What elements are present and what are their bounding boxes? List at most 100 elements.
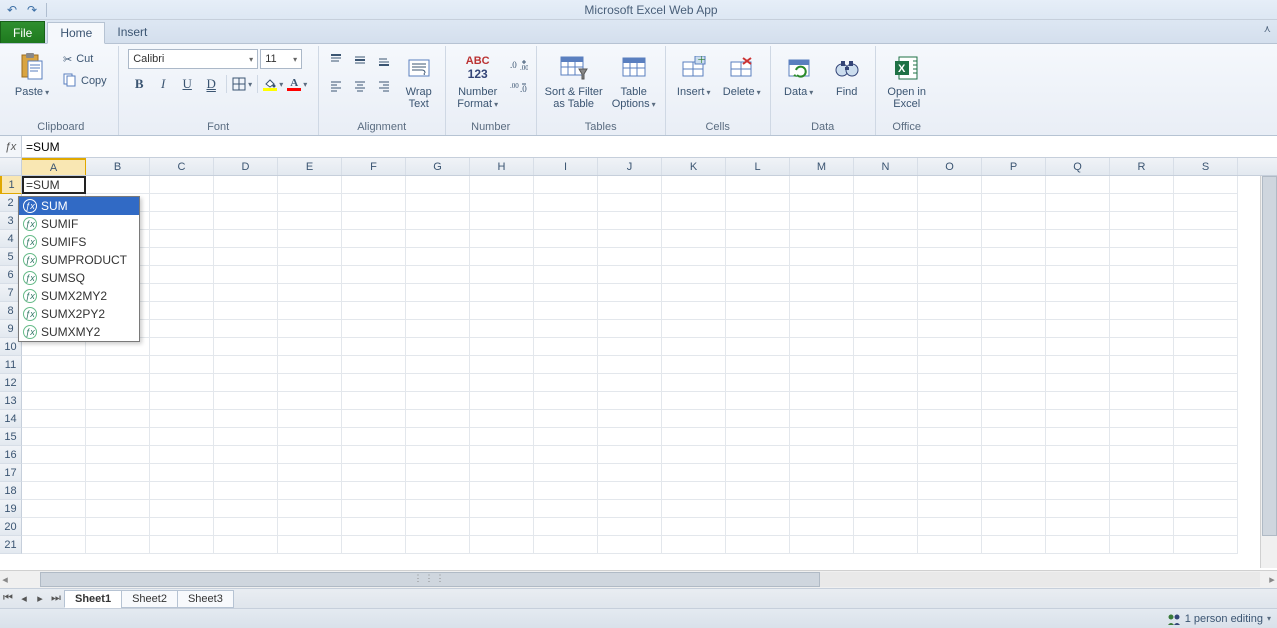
cell-G5[interactable] bbox=[406, 248, 470, 266]
cell-H16[interactable] bbox=[470, 446, 534, 464]
cell-H17[interactable] bbox=[470, 464, 534, 482]
paste-button[interactable]: Paste bbox=[10, 49, 54, 119]
cell-L4[interactable] bbox=[726, 230, 790, 248]
cell-N13[interactable] bbox=[854, 392, 918, 410]
cell-I18[interactable] bbox=[534, 482, 598, 500]
cell-Q6[interactable] bbox=[1046, 266, 1110, 284]
cell-I17[interactable] bbox=[534, 464, 598, 482]
sheet-nav-prev[interactable]: ◂ bbox=[16, 591, 32, 607]
cell-M11[interactable] bbox=[790, 356, 854, 374]
cell-F6[interactable] bbox=[342, 266, 406, 284]
cell-E8[interactable] bbox=[278, 302, 342, 320]
cell-M4[interactable] bbox=[790, 230, 854, 248]
cell-G1[interactable] bbox=[406, 176, 470, 194]
autocomplete-item-sumsq[interactable]: ƒxSUMSQ bbox=[19, 269, 139, 287]
cell-C18[interactable] bbox=[150, 482, 214, 500]
cell-D8[interactable] bbox=[214, 302, 278, 320]
cell-P1[interactable] bbox=[982, 176, 1046, 194]
cell-S14[interactable] bbox=[1174, 410, 1238, 428]
wrap-text-button[interactable]: Wrap Text bbox=[399, 49, 439, 119]
cell-M8[interactable] bbox=[790, 302, 854, 320]
cell-L3[interactable] bbox=[726, 212, 790, 230]
cell-G4[interactable] bbox=[406, 230, 470, 248]
row-header-18[interactable]: 18 bbox=[0, 482, 22, 500]
cell-F10[interactable] bbox=[342, 338, 406, 356]
column-header-J[interactable]: J bbox=[598, 158, 662, 175]
cell-M9[interactable] bbox=[790, 320, 854, 338]
cell-M16[interactable] bbox=[790, 446, 854, 464]
row-header-13[interactable]: 13 bbox=[0, 392, 22, 410]
cell-D18[interactable] bbox=[214, 482, 278, 500]
cell-E21[interactable] bbox=[278, 536, 342, 554]
cell-R17[interactable] bbox=[1110, 464, 1174, 482]
cell-G13[interactable] bbox=[406, 392, 470, 410]
sheet-tab-sheet3[interactable]: Sheet3 bbox=[177, 590, 234, 608]
cell-K16[interactable] bbox=[662, 446, 726, 464]
cell-Q18[interactable] bbox=[1046, 482, 1110, 500]
cell-K2[interactable] bbox=[662, 194, 726, 212]
cell-C20[interactable] bbox=[150, 518, 214, 536]
cell-O17[interactable] bbox=[918, 464, 982, 482]
cell-F16[interactable] bbox=[342, 446, 406, 464]
row-header-20[interactable]: 20 bbox=[0, 518, 22, 536]
cell-L2[interactable] bbox=[726, 194, 790, 212]
cell-R1[interactable] bbox=[1110, 176, 1174, 194]
cell-H13[interactable] bbox=[470, 392, 534, 410]
cell-Q11[interactable] bbox=[1046, 356, 1110, 374]
cell-G9[interactable] bbox=[406, 320, 470, 338]
cell-K8[interactable] bbox=[662, 302, 726, 320]
cell-J12[interactable] bbox=[598, 374, 662, 392]
cell-O20[interactable] bbox=[918, 518, 982, 536]
cell-P15[interactable] bbox=[982, 428, 1046, 446]
cell-L19[interactable] bbox=[726, 500, 790, 518]
cell-K7[interactable] bbox=[662, 284, 726, 302]
cell-H19[interactable] bbox=[470, 500, 534, 518]
cell-E13[interactable] bbox=[278, 392, 342, 410]
cell-C5[interactable] bbox=[150, 248, 214, 266]
cell-N4[interactable] bbox=[854, 230, 918, 248]
cell-O16[interactable] bbox=[918, 446, 982, 464]
cell-B14[interactable] bbox=[86, 410, 150, 428]
cell-P2[interactable] bbox=[982, 194, 1046, 212]
cell-M5[interactable] bbox=[790, 248, 854, 266]
tab-insert[interactable]: Insert bbox=[105, 21, 159, 43]
cell-N9[interactable] bbox=[854, 320, 918, 338]
cell-G19[interactable] bbox=[406, 500, 470, 518]
cell-I5[interactable] bbox=[534, 248, 598, 266]
column-header-G[interactable]: G bbox=[406, 158, 470, 175]
cell-R11[interactable] bbox=[1110, 356, 1174, 374]
cell-D5[interactable] bbox=[214, 248, 278, 266]
cell-S10[interactable] bbox=[1174, 338, 1238, 356]
cell-S13[interactable] bbox=[1174, 392, 1238, 410]
cell-O15[interactable] bbox=[918, 428, 982, 446]
cell-O13[interactable] bbox=[918, 392, 982, 410]
decrease-decimal-button[interactable]: .00.0 bbox=[508, 77, 530, 97]
cell-R12[interactable] bbox=[1110, 374, 1174, 392]
cell-Q15[interactable] bbox=[1046, 428, 1110, 446]
row-header-17[interactable]: 17 bbox=[0, 464, 22, 482]
cell-E17[interactable] bbox=[278, 464, 342, 482]
cell-I11[interactable] bbox=[534, 356, 598, 374]
cell-O14[interactable] bbox=[918, 410, 982, 428]
cell-L7[interactable] bbox=[726, 284, 790, 302]
sheet-tab-sheet1[interactable]: Sheet1 bbox=[64, 590, 122, 608]
cell-D17[interactable] bbox=[214, 464, 278, 482]
cell-G7[interactable] bbox=[406, 284, 470, 302]
cell-M7[interactable] bbox=[790, 284, 854, 302]
cell-R7[interactable] bbox=[1110, 284, 1174, 302]
cell-C15[interactable] bbox=[150, 428, 214, 446]
cell-B17[interactable] bbox=[86, 464, 150, 482]
cell-I7[interactable] bbox=[534, 284, 598, 302]
cell-R10[interactable] bbox=[1110, 338, 1174, 356]
cell-C13[interactable] bbox=[150, 392, 214, 410]
cell-O5[interactable] bbox=[918, 248, 982, 266]
cell-B1[interactable] bbox=[86, 176, 150, 194]
double-underline-button[interactable]: D bbox=[200, 74, 222, 94]
cell-K9[interactable] bbox=[662, 320, 726, 338]
cell-M14[interactable] bbox=[790, 410, 854, 428]
cell-K1[interactable] bbox=[662, 176, 726, 194]
cell-S15[interactable] bbox=[1174, 428, 1238, 446]
cell-H10[interactable] bbox=[470, 338, 534, 356]
cell-P8[interactable] bbox=[982, 302, 1046, 320]
cell-N3[interactable] bbox=[854, 212, 918, 230]
